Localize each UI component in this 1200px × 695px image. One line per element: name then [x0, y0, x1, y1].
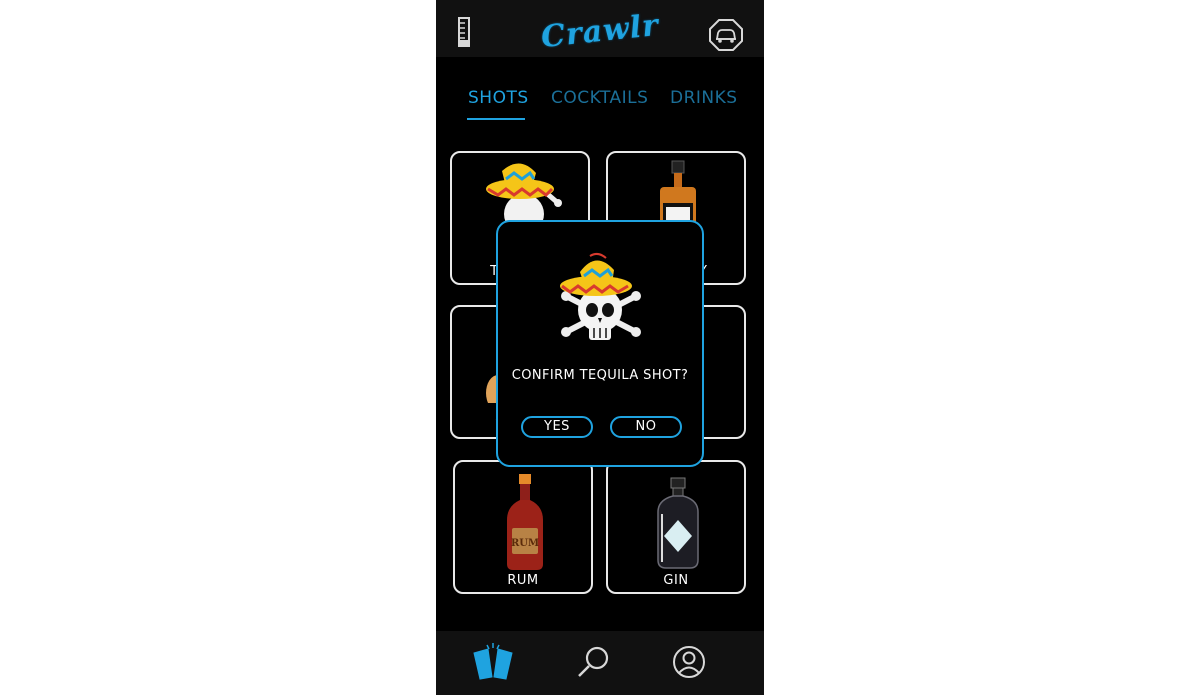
search-icon[interactable] [577, 645, 611, 679]
svg-text:RUM: RUM [511, 538, 539, 549]
category-tabs: SHOTS COCKTAILS DRINKS [436, 88, 764, 128]
gin-bottle-icon [657, 477, 699, 569]
drink-card-rum[interactable]: RUM RUM [453, 460, 593, 594]
tab-shots[interactable]: SHOTS [468, 88, 529, 108]
bottom-navigation [436, 631, 764, 695]
profile-icon[interactable] [672, 645, 706, 679]
card-label: RUM [507, 573, 539, 588]
confirm-shot-dialog: CONFIRM TEQUILA SHOT? YES NO [496, 220, 704, 467]
confirm-message: CONFIRM TEQUILA SHOT? [511, 368, 689, 383]
card-label: GIN [663, 573, 689, 588]
phone-screen: Crawlr SHOTS COCKTAILS DRINKS TEQU [436, 0, 764, 695]
rum-bottle-icon: RUM [507, 474, 543, 570]
no-button[interactable]: NO [610, 416, 682, 438]
tab-drinks[interactable]: DRINKS [670, 88, 738, 108]
yes-button[interactable]: YES [521, 416, 593, 438]
sombrero-skull-icon [560, 252, 641, 340]
drink-card-gin[interactable]: GIN [606, 460, 746, 594]
cheers-glasses-icon[interactable] [470, 643, 516, 683]
tab-cocktails[interactable]: COCKTAILS [551, 88, 648, 108]
active-tab-underline [467, 118, 525, 120]
taxi-icon[interactable] [708, 18, 744, 56]
app-header: Crawlr [436, 0, 764, 57]
